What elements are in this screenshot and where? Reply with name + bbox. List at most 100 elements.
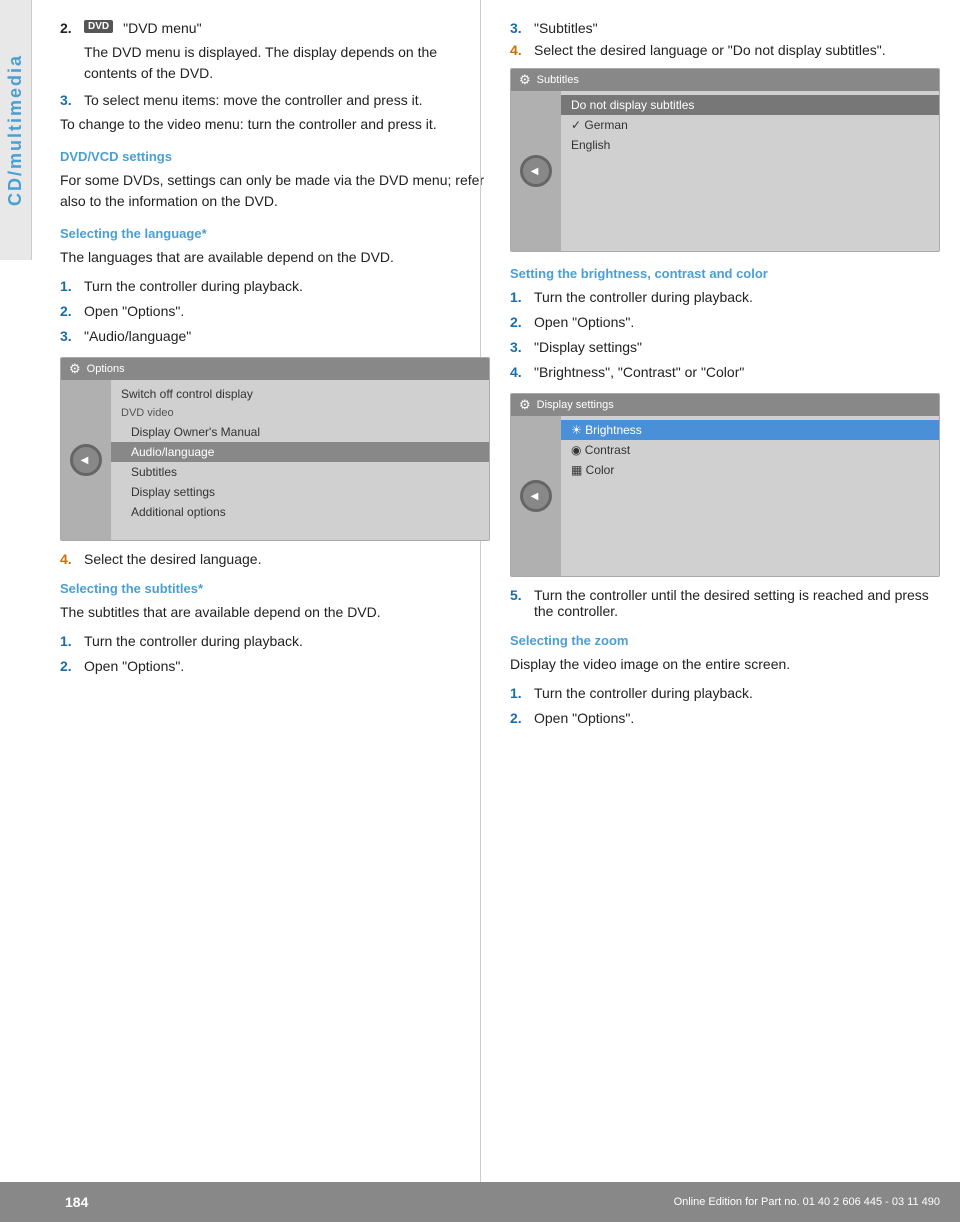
step-5-text: Turn the controller until the desired se… xyxy=(534,587,940,619)
sidebar-tab: CD/multimedia xyxy=(0,0,32,260)
mockup-menu: ☀ Brightness ◉ Contrast ▦ Color xyxy=(561,416,939,576)
menu-item-donotdisplay: Do not display subtitles xyxy=(561,95,939,115)
lang-step-1: 1. Turn the controller during playback. xyxy=(60,276,490,297)
step-num: 2. xyxy=(510,312,528,333)
mockup-title-text: Display settings xyxy=(537,399,614,411)
step-num: 3. xyxy=(60,326,78,347)
step-num: 2. xyxy=(510,708,528,729)
menu-item: Additional options xyxy=(111,502,489,522)
step-text: Turn the controller during playback. xyxy=(84,276,303,297)
step-4-sub-text: Select the desired language or "Do not d… xyxy=(534,42,886,58)
sidebar-label: CD/multimedia xyxy=(5,54,26,206)
step-num: 4. xyxy=(510,362,528,383)
mockup-title-text: Subtitles xyxy=(537,74,579,86)
menu-item: Display settings xyxy=(111,482,489,502)
gear-icon: ⚙ xyxy=(519,72,531,88)
step-3: 3. To select menu items: move the contro… xyxy=(60,92,490,108)
menu-item-contrast: ◉ Contrast xyxy=(561,440,939,460)
language-steps: 1. Turn the controller during playback. … xyxy=(60,276,490,347)
zoom-step-1: 1. Turn the controller during playback. xyxy=(510,683,940,704)
step-text: "Brightness", "Contrast" or "Color" xyxy=(534,362,744,383)
brightness-heading: Setting the brightness, contrast and col… xyxy=(510,266,940,281)
step-num-4: 4. xyxy=(60,551,78,567)
step-text: Open "Options". xyxy=(534,312,634,333)
step-5-brightness: 5. Turn the controller until the desired… xyxy=(510,587,940,619)
step-num: 1. xyxy=(510,683,528,704)
mockup-left-panel xyxy=(61,380,111,540)
subtitles-desc: The subtitles that are available depend … xyxy=(60,602,490,623)
menu-item-english: English xyxy=(561,135,939,155)
column-divider xyxy=(480,0,481,1182)
menu-item-german: ✓ German xyxy=(561,115,939,135)
step-2-dvd: 2. DVD "DVD menu" xyxy=(60,20,490,36)
step-4-sub: 4. Select the desired language or "Do no… xyxy=(510,42,940,58)
controller-knob xyxy=(520,480,552,512)
step-3-sub: 3. "Subtitles" xyxy=(510,20,940,36)
step-4-lang-text: Select the desired language. xyxy=(84,551,261,567)
step-num: 1. xyxy=(60,631,78,652)
gear-icon: ⚙ xyxy=(519,397,531,413)
bright-step-2: 2. Open "Options". xyxy=(510,312,940,333)
bright-step-3: 3. "Display settings" xyxy=(510,337,940,358)
mockup-title: ⚙ Display settings xyxy=(511,394,939,416)
zoom-heading: Selecting the zoom xyxy=(510,633,940,648)
step-text: Turn the controller during playback. xyxy=(534,287,753,308)
step-4-lang: 4. Select the desired language. xyxy=(60,551,490,567)
left-column: 2. DVD "DVD menu" The DVD menu is displa… xyxy=(60,20,490,735)
step-num: 1. xyxy=(60,276,78,297)
step-num: 2. xyxy=(60,656,78,677)
menu-item: Switch off control display xyxy=(111,384,489,404)
controller-knob xyxy=(520,155,552,187)
step-text: "Audio/language" xyxy=(84,326,191,347)
sub-step-2: 2. Open "Options". xyxy=(60,656,490,677)
brightness-steps: 1. Turn the controller during playback. … xyxy=(510,287,940,383)
subtitles-mockup: ⚙ Subtitles Do not display subtitles ✓ G… xyxy=(510,68,940,252)
mockup-left-panel xyxy=(511,91,561,251)
mockup-body: ☀ Brightness ◉ Contrast ▦ Color xyxy=(511,416,939,576)
mockup-body: Do not display subtitles ✓ German Englis… xyxy=(511,91,939,251)
step-num: 4. xyxy=(510,42,528,58)
menu-item-brightness: ☀ Brightness xyxy=(561,420,939,440)
language-heading: Selecting the language* xyxy=(60,226,490,241)
bottom-bar: 184 Online Edition for Part no. 01 40 2 … xyxy=(0,1182,960,1222)
display-settings-mockup: ⚙ Display settings ☀ Brightness ◉ Contra… xyxy=(510,393,940,577)
bright-step-1: 1. Turn the controller during playback. xyxy=(510,287,940,308)
lang-step-2: 2. Open "Options". xyxy=(60,301,490,322)
step-text: "Display settings" xyxy=(534,337,642,358)
change-note: To change to the video menu: turn the co… xyxy=(60,114,490,135)
menu-section: DVD video xyxy=(111,404,489,422)
step-num-2: 2. xyxy=(60,20,78,36)
main-content: 2. DVD "DVD menu" The DVD menu is displa… xyxy=(40,0,960,795)
step-3-sub-text: "Subtitles" xyxy=(534,20,598,36)
mockup-body: Switch off control display DVD video Dis… xyxy=(61,380,489,540)
controller-knob xyxy=(70,444,102,476)
menu-item-color: ▦ Color xyxy=(561,460,939,480)
lang-step-3: 3. "Audio/language" xyxy=(60,326,490,347)
zoom-steps: 1. Turn the controller during playback. … xyxy=(510,683,940,729)
gear-icon: ⚙ xyxy=(69,361,81,377)
mockup-left-panel xyxy=(511,416,561,576)
step-2-text: "DVD menu" xyxy=(123,20,201,36)
menu-item-audio: Audio/language xyxy=(111,442,489,462)
step-num-3: 3. xyxy=(60,92,78,108)
dvd-vcd-heading: DVD/VCD settings xyxy=(60,149,490,164)
step-2-desc: The DVD menu is displayed. The display d… xyxy=(84,42,490,84)
step-num: 5. xyxy=(510,587,528,603)
language-desc: The languages that are available depend … xyxy=(60,247,490,268)
subtitle-steps: 1. Turn the controller during playback. … xyxy=(60,631,490,677)
menu-item: Display Owner's Manual xyxy=(111,422,489,442)
dvd-vcd-desc: For some DVDs, settings can only be made… xyxy=(60,170,490,212)
page-number: 184 xyxy=(20,1194,88,1210)
sub-step-1: 1. Turn the controller during playback. xyxy=(60,631,490,652)
mockup-menu: Switch off control display DVD video Dis… xyxy=(111,380,489,540)
menu-item: Subtitles xyxy=(111,462,489,482)
step-text: Open "Options". xyxy=(84,301,184,322)
step-text: Turn the controller during playback. xyxy=(534,683,753,704)
step-num: 2. xyxy=(60,301,78,322)
step-num: 3. xyxy=(510,337,528,358)
options-mockup: ⚙ Options Switch off control display DVD… xyxy=(60,357,490,541)
step-text: Open "Options". xyxy=(84,656,184,677)
mockup-menu: Do not display subtitles ✓ German Englis… xyxy=(561,91,939,251)
mockup-title-text: Options xyxy=(87,363,125,375)
right-column: 3. "Subtitles" 4. Select the desired lan… xyxy=(510,20,940,735)
